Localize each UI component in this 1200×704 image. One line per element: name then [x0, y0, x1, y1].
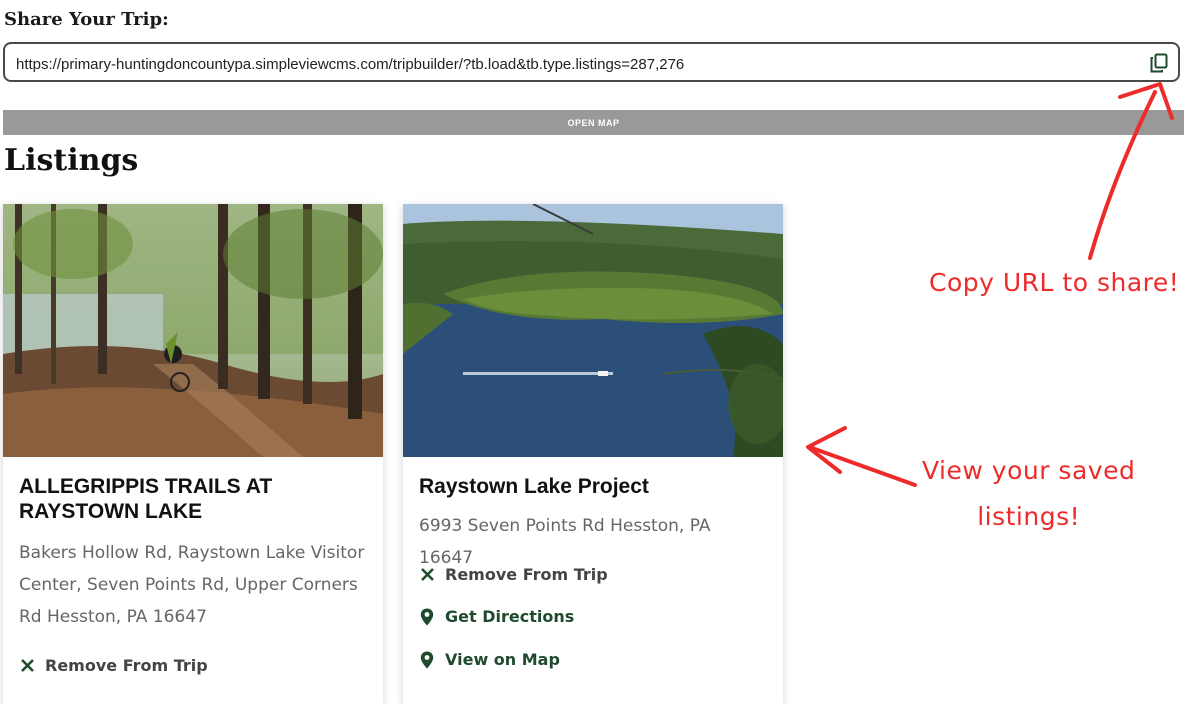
- listing-card: Raystown Lake Project 6993 Seven Points …: [403, 204, 783, 704]
- remove-from-trip-label: Remove From Trip: [445, 565, 608, 584]
- close-icon: [419, 566, 435, 584]
- share-url-field[interactable]: https://primary-huntingdoncountypa.simpl…: [3, 42, 1180, 82]
- annotation-copy-url: Copy URL to share!: [929, 268, 1180, 297]
- listing-image-trail[interactable]: [3, 204, 383, 457]
- remove-from-trip-button[interactable]: Remove From Trip: [419, 565, 608, 584]
- share-url-text[interactable]: https://primary-huntingdoncountypa.simpl…: [16, 56, 684, 73]
- listing-image-lake[interactable]: [403, 204, 783, 457]
- annotation-view-line1: View your saved: [922, 456, 1136, 485]
- listings-heading: Listings: [4, 143, 139, 178]
- annotation-view-line2: listings!: [977, 502, 1081, 531]
- map-pin-icon: [419, 608, 435, 626]
- listing-address: Bakers Hollow Rd, Raystown Lake Visitor …: [19, 543, 365, 627]
- share-trip-heading: Share Your Trip:: [4, 9, 169, 30]
- listing-title[interactable]: ALLEGRIPPIS TRAILS AT RAYSTOWN LAKE: [19, 474, 359, 524]
- listing-card: ALLEGRIPPIS TRAILS AT RAYSTOWN LAKE Bake…: [3, 204, 383, 704]
- open-map-button[interactable]: OPEN MAP: [3, 110, 1184, 135]
- remove-from-trip-label: Remove From Trip: [45, 656, 208, 675]
- get-directions-link[interactable]: Get Directions: [419, 607, 574, 626]
- map-pin-icon: [419, 651, 435, 669]
- get-directions-label: Get Directions: [445, 607, 575, 626]
- view-on-map-link[interactable]: View on Map: [419, 650, 560, 669]
- annotation-view-listings: View your saved listings!: [922, 448, 1135, 540]
- close-icon: [19, 657, 35, 675]
- copy-icon[interactable]: [1149, 53, 1169, 73]
- listing-title[interactable]: Raystown Lake Project: [419, 474, 759, 499]
- view-on-map-label: View on Map: [445, 650, 560, 669]
- remove-from-trip-button[interactable]: Remove From Trip: [19, 656, 208, 675]
